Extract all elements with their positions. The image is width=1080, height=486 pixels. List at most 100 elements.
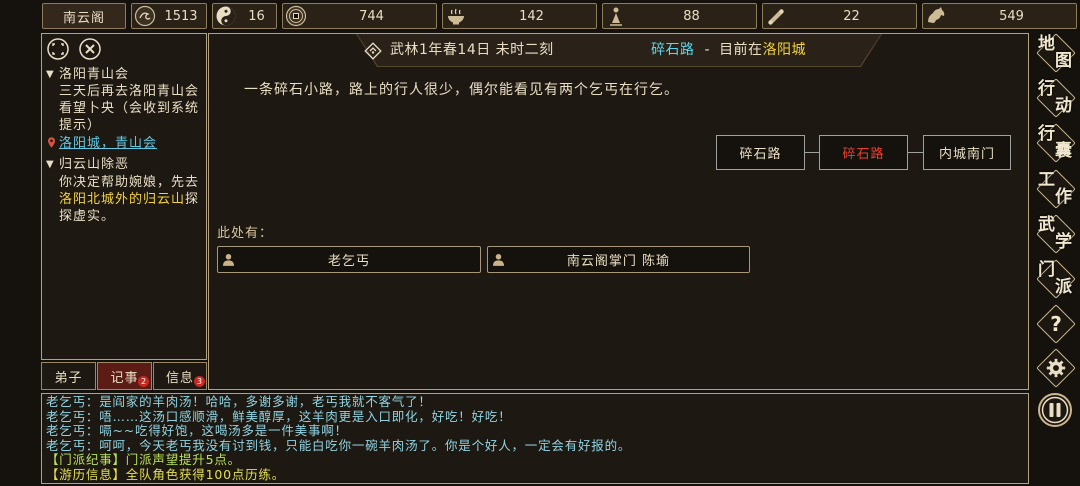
tab-label: 弟子 bbox=[54, 370, 83, 386]
present-label: 此处有： bbox=[217, 226, 274, 241]
message-log[interactable]: 老乞丐：是阎家的羊肉汤！哈哈，多谢多谢，老丐我就不客气了！ 老乞丐：唔……这汤口… bbox=[41, 393, 1029, 484]
compass-diamond-icon bbox=[364, 42, 382, 60]
reputation-icon bbox=[134, 5, 156, 27]
stat-beast[interactable]: 549 bbox=[922, 3, 1077, 29]
npc-button[interactable]: 老乞丐 bbox=[217, 246, 481, 273]
menu-char: 地 bbox=[1038, 34, 1055, 54]
quest-title[interactable]: ▼ 洛阳青山会 bbox=[46, 66, 129, 83]
gear-icon bbox=[1045, 357, 1067, 379]
quest-desc-line: 洛阳北城外的归云山探 bbox=[59, 191, 199, 208]
stat-yin-yang[interactable]: 16 bbox=[212, 3, 277, 29]
map-connector bbox=[805, 152, 819, 153]
help-icon: ? bbox=[1050, 312, 1062, 336]
menu-char: 武 bbox=[1038, 215, 1055, 235]
current-location: 碎石路 - 目前在洛阳城 bbox=[651, 34, 806, 67]
stat-value: 549 bbox=[999, 8, 1024, 24]
log-line: 老乞丐：唔……这汤口感顺滑，鲜美醇厚，这羊肉更是入口即化，好吃！好吃！ bbox=[46, 408, 512, 424]
stat-value: 142 bbox=[519, 8, 544, 24]
stat-reputation[interactable]: 1513 bbox=[131, 3, 207, 29]
notification-badge: 3 bbox=[194, 376, 205, 387]
location-name: 碎石路 bbox=[651, 42, 695, 58]
log-line: 【游历信息】全队角色获得100点历练。 bbox=[46, 467, 286, 482]
yin-yang-icon bbox=[215, 5, 237, 27]
stat-value: 88 bbox=[683, 8, 700, 24]
sect-name-box[interactable]: 南云阁 bbox=[42, 3, 126, 29]
log-line: 老乞丐：是阎家的羊肉汤！哈哈，多谢多谢，老丐我就不客气了！ bbox=[46, 394, 432, 409]
npc-button[interactable]: 南云阁掌门 陈瑜 bbox=[487, 246, 750, 273]
stat-figure[interactable]: 88 bbox=[602, 3, 757, 29]
settings-button[interactable] bbox=[1034, 346, 1078, 390]
location-separator: - bbox=[704, 42, 711, 58]
log-line: 老乞丐：呵呵，今天老丐我没有讨到钱，只能白吃你一碗羊肉汤了。你是个好人，一定会有… bbox=[46, 437, 632, 453]
stat-coins[interactable]: 744 bbox=[282, 3, 437, 29]
stat-scroll[interactable]: 22 bbox=[762, 3, 917, 29]
stat-value: 744 bbox=[359, 8, 384, 24]
tab-journal[interactable]: 记事 2 bbox=[97, 362, 152, 390]
map-connector bbox=[908, 152, 923, 153]
tab-disciples[interactable]: 弟子 bbox=[41, 362, 96, 390]
stat-value: 1513 bbox=[164, 8, 198, 24]
stat-value: 22 bbox=[843, 8, 860, 24]
quest-highlight-place: 洛阳北城外的归云山 bbox=[59, 192, 186, 207]
quest-desc-line: 你决定帮助婉娘，先去 bbox=[59, 175, 200, 190]
log-line: 【门派纪事】门派声望提升5点。 bbox=[46, 452, 241, 468]
pause-button[interactable] bbox=[1037, 392, 1073, 428]
menu-char: 囊 bbox=[1055, 141, 1072, 161]
quest-desc-line: 看望卜央（会收到系统 bbox=[59, 101, 200, 116]
beast-icon bbox=[925, 5, 947, 27]
person-icon bbox=[223, 253, 234, 266]
menu-char: 工 bbox=[1038, 170, 1055, 190]
menu-char: 派 bbox=[1055, 277, 1072, 297]
menu-char: 行 bbox=[1038, 79, 1055, 99]
quest-desc-line: 提示） bbox=[59, 118, 102, 133]
menu-char: 行 bbox=[1038, 124, 1055, 144]
person-icon bbox=[493, 253, 504, 266]
coin-icon bbox=[285, 5, 307, 27]
menu-char: 门 bbox=[1038, 260, 1055, 280]
quest-location-link[interactable]: 洛阳城，青山会 bbox=[59, 135, 157, 152]
menu-inventory-button[interactable]: 行 囊 bbox=[1034, 121, 1078, 165]
menu-martial-arts-button[interactable]: 武 学 bbox=[1034, 212, 1078, 256]
quest-panel: ▼ 洛阳青山会 三天后再去洛阳青山会 看望卜央（会收到系统 提示） 洛阳城，青山会… bbox=[41, 33, 207, 360]
tab-label: 信息 bbox=[165, 370, 194, 386]
map-node-current[interactable]: 碎石路 bbox=[819, 135, 908, 170]
menu-sect-button[interactable]: 门 派 bbox=[1034, 257, 1078, 301]
scene-panel: 武林1年春14日 未时二刻 碎石路 - 目前在洛阳城 一条碎石小路，路上的行人很少，… bbox=[208, 33, 1029, 390]
game-date: 武林1年春14日 未时二刻 bbox=[390, 42, 554, 58]
quest-desc-line: 三天后再去洛阳青山会 bbox=[59, 84, 200, 99]
scroll-icon bbox=[765, 5, 787, 27]
log-line: 老乞丐：嗝~~吃得好饱，这喝汤多是一件美事啊！ bbox=[46, 423, 348, 439]
quest-desc-line: 探虚实。 bbox=[59, 209, 116, 224]
help-button[interactable]: ? bbox=[1034, 302, 1078, 346]
quest-title-text: 洛阳青山会 bbox=[59, 67, 130, 82]
focus-icon[interactable] bbox=[47, 38, 69, 60]
quest-title-text: 归云山除恶 bbox=[59, 157, 130, 172]
menu-action-button[interactable]: 行 动 bbox=[1034, 76, 1078, 120]
quest-title[interactable]: ▼ 归云山除恶 bbox=[46, 156, 129, 173]
tab-label: 记事 bbox=[110, 370, 139, 386]
food-bowl-icon bbox=[445, 5, 467, 27]
menu-work-button[interactable]: 工 作 bbox=[1034, 167, 1078, 211]
menu-char: 学 bbox=[1055, 232, 1072, 252]
menu-map-button[interactable]: 地 图 bbox=[1034, 31, 1078, 75]
collapse-toggle: ▼ bbox=[46, 69, 54, 80]
close-icon[interactable] bbox=[79, 38, 101, 60]
quest-desc-text: 探 bbox=[185, 192, 200, 207]
menu-char: 动 bbox=[1055, 96, 1072, 116]
stat-value: 16 bbox=[248, 8, 265, 24]
scene-description: 一条碎石小路，路上的行人很少，偶尔能看见有两个乞丐在行乞。 bbox=[244, 82, 679, 98]
scene-header: 武林1年春14日 未时二刻 碎石路 - 目前在洛阳城 bbox=[356, 34, 882, 67]
tab-messages[interactable]: 信息 3 bbox=[153, 362, 207, 390]
menu-char: 图 bbox=[1055, 51, 1072, 71]
map-node[interactable]: 内城南门 bbox=[923, 135, 1011, 170]
menu-char: 作 bbox=[1055, 187, 1072, 207]
stat-food[interactable]: 142 bbox=[442, 3, 597, 29]
location-pin-icon bbox=[48, 137, 55, 148]
notification-badge: 2 bbox=[138, 376, 149, 387]
location-prefix: 目前在 bbox=[719, 42, 763, 58]
collapse-toggle: ▼ bbox=[46, 159, 54, 170]
npc-name: 老乞丐 bbox=[327, 254, 370, 269]
map-node[interactable]: 碎石路 bbox=[716, 135, 805, 170]
city-name: 洛阳城 bbox=[762, 42, 807, 58]
npc-name: 南云阁掌门 陈瑜 bbox=[566, 254, 671, 269]
